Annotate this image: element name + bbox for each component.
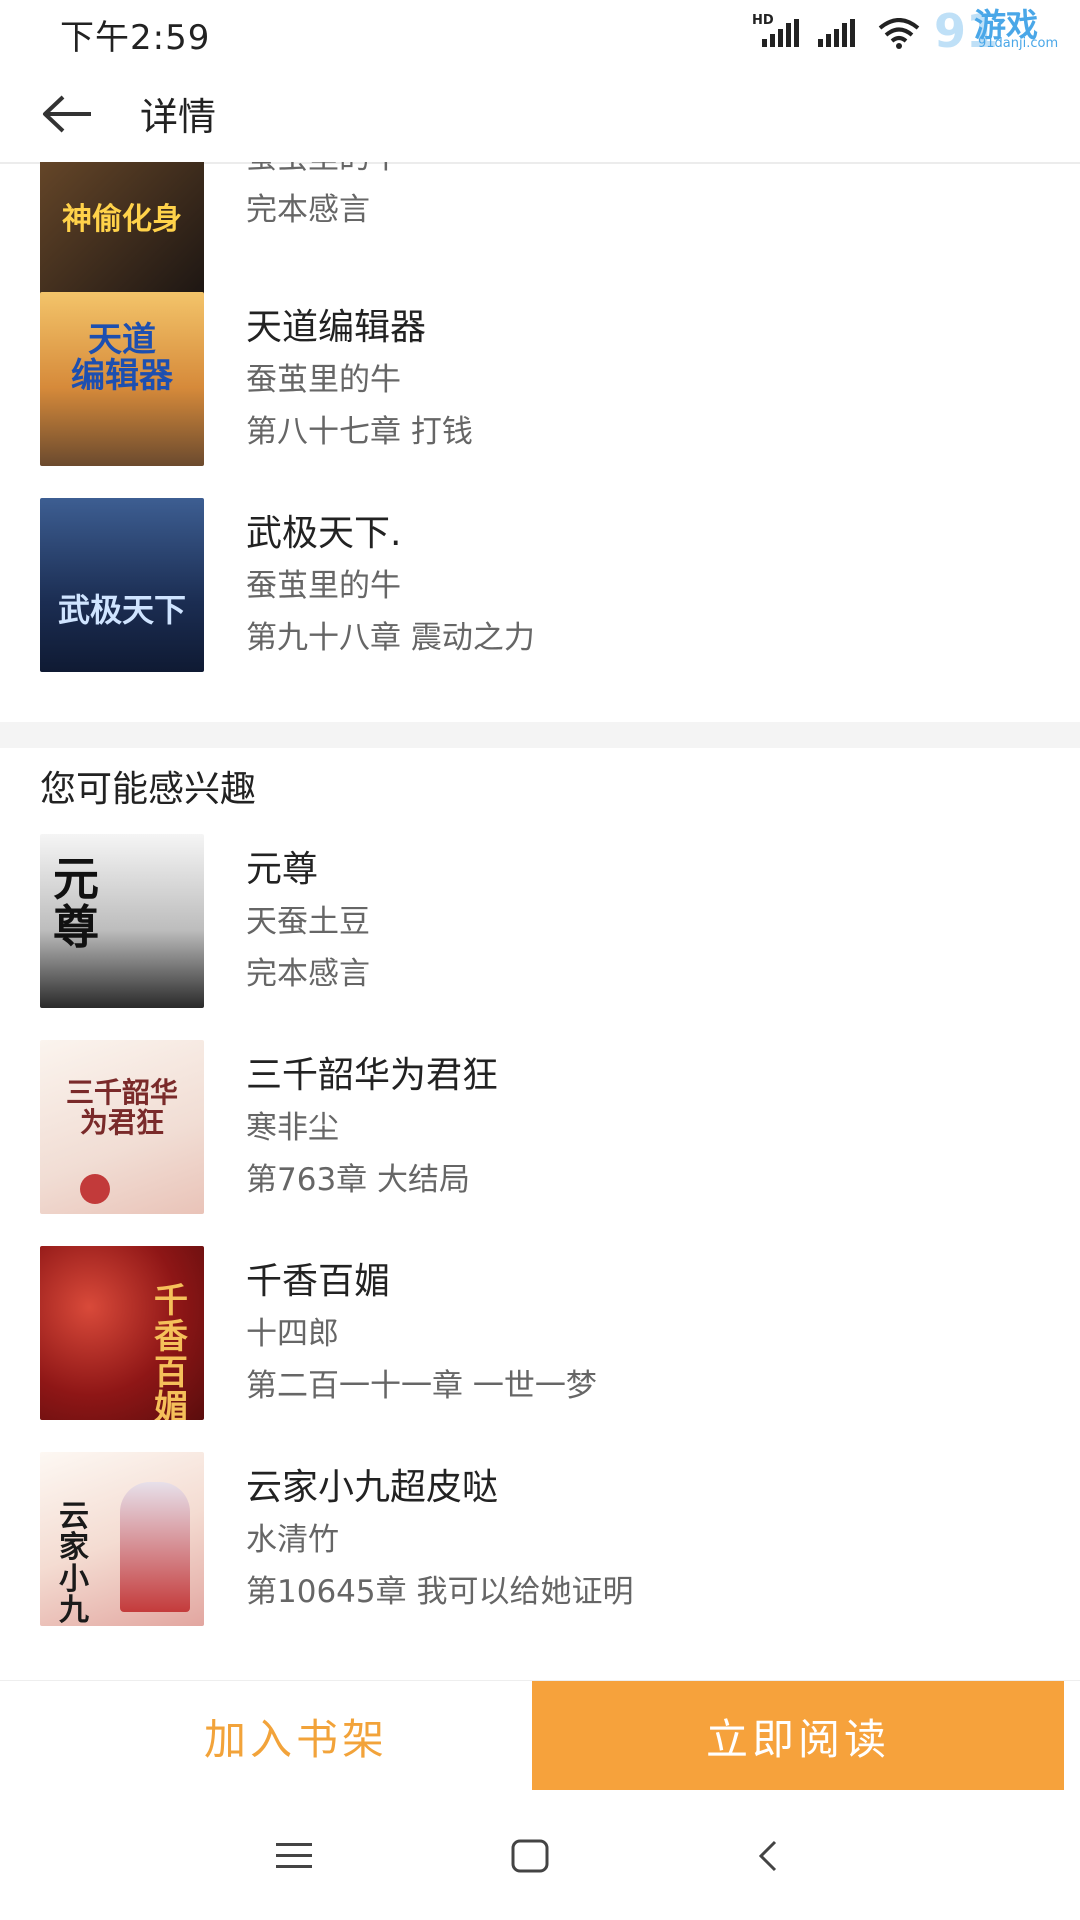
recommend-heading: 您可能感兴趣 xyxy=(40,769,257,810)
home-nav-button[interactable] xyxy=(490,1826,570,1886)
book-latest-chapter: 第八十七章 打钱 xyxy=(246,414,473,450)
book-latest-chapter: 第763章 大结局 xyxy=(246,1162,471,1198)
arrow-left-icon xyxy=(43,95,91,133)
book-title: 武极天下. xyxy=(246,513,402,554)
status-icons: HD xyxy=(752,13,920,54)
app-header: 详情 xyxy=(0,66,1080,164)
book-author: 天蚕土豆 xyxy=(246,904,370,940)
book-title: 三千韶华为君狂 xyxy=(246,1055,499,1096)
cover-title-art: 神偷化身 xyxy=(62,201,182,237)
bottom-action-bar: 加入书架 立即阅读 xyxy=(0,1680,1080,1791)
status-time: 下午2:59 xyxy=(60,18,211,58)
book-title: 元尊 xyxy=(246,849,319,890)
back-button[interactable] xyxy=(36,84,100,144)
book-author: 十四郎 xyxy=(246,1316,339,1352)
author-book-item[interactable]: 武极天下 武极天下. 蚕茧里的牛 第九十八章 震动之力 xyxy=(0,498,1080,704)
book-cover: 云家小九 xyxy=(40,1452,204,1626)
book-author: 水清竹 xyxy=(246,1522,339,1558)
home-square-icon xyxy=(511,1839,549,1873)
book-latest-chapter: 完本感言 xyxy=(246,956,370,992)
book-cover: 千香百媚 xyxy=(40,1246,204,1420)
cover-title-art: 天道 编辑器 xyxy=(71,320,173,396)
menu-icon xyxy=(276,1843,312,1868)
section-divider xyxy=(0,722,1080,748)
system-nav-bar xyxy=(0,1790,1080,1920)
chevron-left-icon xyxy=(758,1840,777,1872)
watermark-sub: 91danji.com xyxy=(978,36,1059,51)
recommend-book-item[interactable]: 元尊 元尊 天蚕土豆 完本感言 xyxy=(0,834,1080,1040)
cover-title-art: 武极天下 xyxy=(57,590,186,629)
book-latest-chapter: 第九十八章 震动之力 xyxy=(246,620,535,656)
book-cover: 神偷化身 xyxy=(40,162,204,308)
back-nav-button[interactable] xyxy=(728,1826,808,1886)
book-author: 寒非尘 xyxy=(246,1110,339,1146)
book-title: 千香百媚 xyxy=(246,1261,391,1302)
recommend-book-item[interactable]: 千香百媚 千香百媚 十四郎 第二百一十一章 一世一梦 xyxy=(0,1246,1080,1452)
book-latest-chapter: 第二百一十一章 一世一梦 xyxy=(246,1368,597,1404)
cover-title-art: 千香百媚 xyxy=(154,1281,188,1420)
recommend-book-item[interactable]: 三千韶华 为君狂 三千韶华为君狂 寒非尘 第763章 大结局 xyxy=(0,1040,1080,1246)
signal-icon xyxy=(816,19,864,49)
menu-nav-button[interactable] xyxy=(254,1826,334,1886)
book-author: 蚕茧里的牛 xyxy=(246,162,401,177)
status-bar: 下午2:59 HD 91 游戏 91danji.com xyxy=(0,0,1080,66)
add-to-bookshelf-button[interactable]: 加入书架 xyxy=(60,1681,532,1791)
book-latest-chapter: 第10645章 我可以给她证明 xyxy=(246,1574,634,1610)
book-cover: 武极天下 xyxy=(40,498,204,672)
book-cover: 天道 编辑器 xyxy=(40,292,204,466)
hd-signal-icon: HD xyxy=(752,13,802,49)
page-title: 详情 xyxy=(140,95,217,139)
book-cover: 元尊 xyxy=(40,834,204,1008)
cover-decoration xyxy=(80,1174,110,1204)
cover-title-art: 元尊 xyxy=(53,851,99,955)
recommend-book-item[interactable]: 云家小九 云家小九超皮哒 水清竹 第10645章 我可以给她证明 xyxy=(0,1452,1080,1658)
book-title: 云家小九超皮哒 xyxy=(246,1467,499,1508)
cover-title-art: 三千韶华 为君狂 xyxy=(65,1076,178,1139)
cover-title-art: 云家小九 xyxy=(59,1498,89,1626)
book-title: 天道编辑器 xyxy=(246,307,427,348)
hd-label: HD xyxy=(752,13,774,28)
detail-content[interactable]: 神偷化身 蚕茧里的牛 完本感言 天道 编辑器 天道编辑器 蚕茧里的牛 第八十七章… xyxy=(0,162,1080,1682)
book-cover: 三千韶华 为君狂 xyxy=(40,1040,204,1214)
book-author: 蚕茧里的牛 xyxy=(246,362,401,398)
cover-figure xyxy=(120,1482,190,1612)
author-book-item[interactable]: 天道 编辑器 天道编辑器 蚕茧里的牛 第八十七章 打钱 xyxy=(0,292,1080,498)
read-now-button[interactable]: 立即阅读 xyxy=(532,1681,1064,1791)
wifi-icon xyxy=(878,18,920,50)
book-author: 蚕茧里的牛 xyxy=(246,568,401,604)
watermark-logo: 91 游戏 91danji.com xyxy=(934,0,1074,58)
book-latest-chapter: 完本感言 xyxy=(246,192,370,228)
